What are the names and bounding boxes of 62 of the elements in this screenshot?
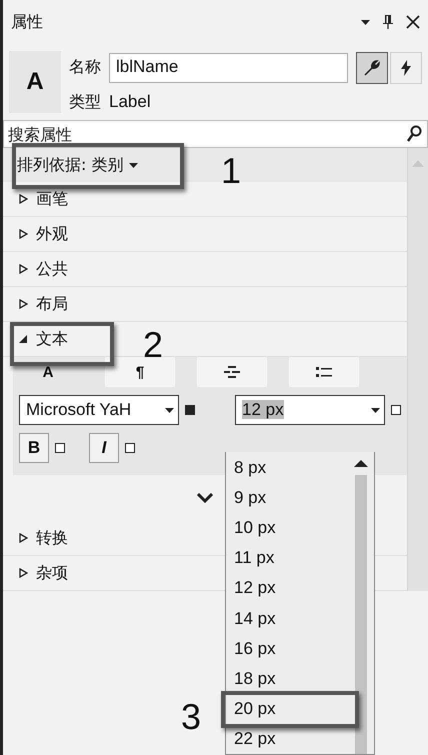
italic-button[interactable]: I: [89, 433, 119, 463]
font-size-option[interactable]: 10 px: [226, 513, 348, 544]
collapsed-arrow-icon: [19, 229, 28, 239]
wrench-icon: [363, 58, 381, 76]
pin-icon[interactable]: [382, 14, 394, 30]
scrollbar[interactable]: [407, 148, 428, 591]
collapsed-arrow-icon: [19, 568, 28, 578]
collapsed-arrow-icon: [19, 533, 28, 543]
font-size-option[interactable]: 16 px: [226, 634, 348, 664]
search-icon[interactable]: [406, 125, 422, 143]
name-label: 名称: [69, 57, 101, 78]
category-header[interactable]: 文本: [19, 328, 68, 350]
font-size-option[interactable]: 18 px: [226, 664, 348, 694]
control-type-icon: A: [9, 51, 61, 113]
caret-icon: [165, 408, 174, 412]
type-value: Label: [109, 92, 151, 112]
panel-title: 属性: [11, 12, 44, 32]
font-size-option[interactable]: 9 px: [226, 483, 348, 514]
caret-icon: [129, 162, 138, 168]
list-icon: [316, 366, 332, 378]
collapsed-arrow-icon: [19, 194, 28, 204]
property-marker-icon[interactable]: [55, 443, 65, 453]
category-header[interactable]: 外观: [19, 224, 68, 244]
expanded-arrow-icon: [19, 334, 28, 344]
category-header[interactable]: 杂项: [19, 562, 68, 584]
close-icon[interactable]: [406, 15, 420, 29]
category-header[interactable]: 转换: [19, 528, 68, 548]
indent-icon: [224, 365, 240, 379]
callout-number: 3: [181, 696, 202, 738]
font-size-dropdown[interactable]: 12 px: [235, 395, 385, 425]
scrollbar-thumb[interactable]: [355, 475, 367, 754]
editor-tab[interactable]: [197, 357, 267, 387]
events-button[interactable]: [390, 52, 422, 84]
category-header[interactable]: 公共: [19, 258, 68, 280]
font-size-option[interactable]: 12 px: [226, 573, 348, 604]
category-header[interactable]: 布局: [19, 294, 68, 314]
property-marker-icon[interactable]: [391, 405, 401, 415]
caret-icon: [371, 408, 380, 412]
property-marker-icon[interactable]: [125, 443, 135, 453]
caret-icon: [361, 20, 370, 24]
category-header[interactable]: 画笔: [19, 188, 68, 210]
font-size-option[interactable]: 8 px: [226, 453, 348, 484]
collapsed-arrow-icon: [19, 299, 28, 309]
scroll-up-icon[interactable]: [354, 460, 368, 467]
font-size-option[interactable]: 22 px: [226, 724, 348, 754]
collapsed-arrow-icon: [19, 264, 28, 274]
bold-button[interactable]: B: [19, 433, 49, 463]
font-size-option[interactable]: 11 px: [226, 543, 348, 574]
chevron-down-icon[interactable]: [197, 493, 213, 503]
properties-button[interactable]: [356, 52, 388, 84]
lightning-icon: [400, 60, 412, 76]
callout-number: 1: [221, 150, 242, 192]
sort-dropdown[interactable]: 排列依据: 类别: [17, 154, 138, 176]
name-field[interactable]: lblName: [109, 52, 348, 82]
font-family-dropdown[interactable]: Microsoft YaH: [19, 395, 179, 425]
editor-tab[interactable]: ¶: [105, 357, 175, 387]
search-field[interactable]: 搜索属性: [3, 120, 428, 148]
property-marker-icon[interactable]: [185, 405, 195, 415]
font-size-option[interactable]: 14 px: [226, 603, 348, 634]
type-label: 类型: [69, 92, 101, 112]
editor-tab[interactable]: [289, 357, 359, 387]
font-size-option[interactable]: 20 px: [226, 694, 348, 724]
